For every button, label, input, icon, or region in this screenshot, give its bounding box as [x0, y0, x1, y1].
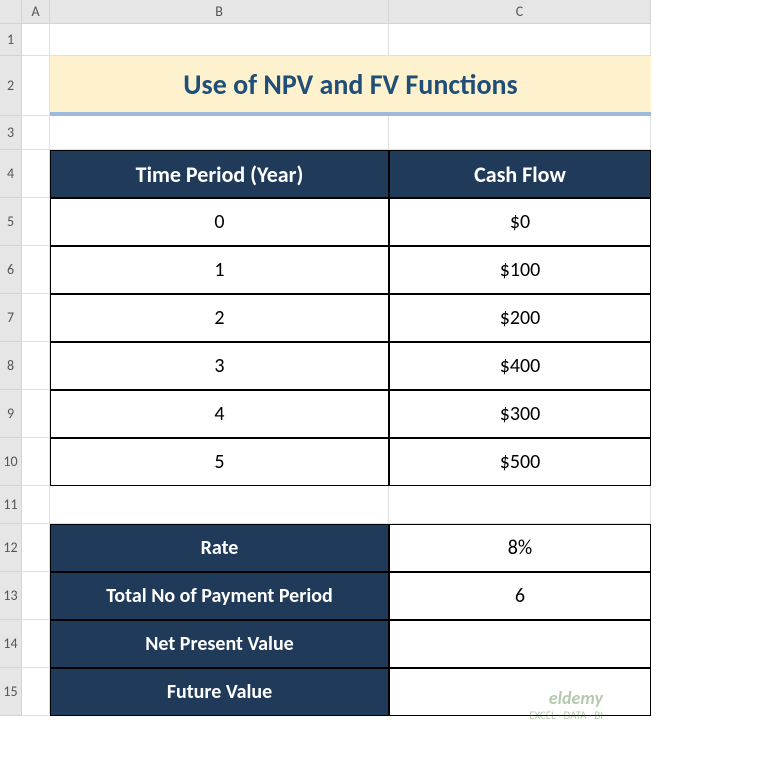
row-header-10[interactable]: 10 [0, 438, 22, 486]
row-header-6[interactable]: 6 [0, 246, 22, 294]
col-header-C[interactable]: C [389, 0, 651, 24]
cell-B9[interactable]: 4 [50, 390, 389, 438]
select-all-corner[interactable] [0, 0, 22, 24]
cell-C7[interactable]: $200 [389, 294, 651, 342]
param-label-rate[interactable]: Rate [50, 524, 389, 572]
row-header-11[interactable]: 11 [0, 486, 22, 524]
cell-C8[interactable]: $400 [389, 342, 651, 390]
cell-B5[interactable]: 0 [50, 198, 389, 246]
table-header-cash-flow[interactable]: Cash Flow [389, 150, 651, 198]
cell-A11[interactable] [22, 486, 50, 524]
param-value-rate[interactable]: 8% [389, 524, 651, 572]
col-header-A[interactable]: A [22, 0, 50, 24]
row-header-2[interactable]: 2 [0, 56, 22, 116]
row-header-13[interactable]: 13 [0, 572, 22, 620]
row-header-9[interactable]: 9 [0, 390, 22, 438]
row-header-7[interactable]: 7 [0, 294, 22, 342]
param-value-periods[interactable]: 6 [389, 572, 651, 620]
cell-A4[interactable] [22, 150, 50, 198]
cell-A8[interactable] [22, 342, 50, 390]
cell-C6[interactable]: $100 [389, 246, 651, 294]
cell-B10[interactable]: 5 [50, 438, 389, 486]
cell-A1[interactable] [22, 24, 50, 56]
cell-A15[interactable] [22, 668, 50, 716]
param-label-npv[interactable]: Net Present Value [50, 620, 389, 668]
row-header-1[interactable]: 1 [0, 24, 22, 56]
cell-A2[interactable] [22, 56, 50, 116]
spreadsheet-grid: A B C 1 2 3 4 5 6 7 8 9 10 11 12 13 14 1… [0, 0, 768, 716]
cell-B1[interactable] [50, 24, 389, 56]
cell-B11[interactable] [50, 486, 389, 524]
row-header-5[interactable]: 5 [0, 198, 22, 246]
row-header-12[interactable]: 12 [0, 524, 22, 572]
cell-A5[interactable] [22, 198, 50, 246]
cell-A7[interactable] [22, 294, 50, 342]
cell-C10[interactable]: $500 [389, 438, 651, 486]
row-header-8[interactable]: 8 [0, 342, 22, 390]
row-header-15[interactable]: 15 [0, 668, 22, 716]
cell-B6[interactable]: 1 [50, 246, 389, 294]
param-value-npv[interactable] [389, 620, 651, 668]
cell-A13[interactable] [22, 572, 50, 620]
cell-A14[interactable] [22, 620, 50, 668]
param-label-fv[interactable]: Future Value [50, 668, 389, 716]
cell-C5[interactable]: $0 [389, 198, 651, 246]
cell-A9[interactable] [22, 390, 50, 438]
cell-A3[interactable] [22, 116, 50, 150]
param-label-periods[interactable]: Total No of Payment Period [50, 572, 389, 620]
row-header-3[interactable]: 3 [0, 116, 22, 150]
row-header-14[interactable]: 14 [0, 620, 22, 668]
cell-A6[interactable] [22, 246, 50, 294]
cell-B8[interactable]: 3 [50, 342, 389, 390]
cell-A12[interactable] [22, 524, 50, 572]
cell-C11[interactable] [389, 486, 651, 524]
cell-C1[interactable] [389, 24, 651, 56]
param-value-fv[interactable] [389, 668, 651, 716]
cell-C3[interactable] [389, 116, 651, 150]
row-header-4[interactable]: 4 [0, 150, 22, 198]
cell-C9[interactable]: $300 [389, 390, 651, 438]
title-cell[interactable]: Use of NPV and FV Functions [50, 56, 651, 116]
cell-B7[interactable]: 2 [50, 294, 389, 342]
col-header-B[interactable]: B [50, 0, 389, 24]
cell-B3[interactable] [50, 116, 389, 150]
table-header-time-period[interactable]: Time Period (Year) [50, 150, 389, 198]
cell-A10[interactable] [22, 438, 50, 486]
